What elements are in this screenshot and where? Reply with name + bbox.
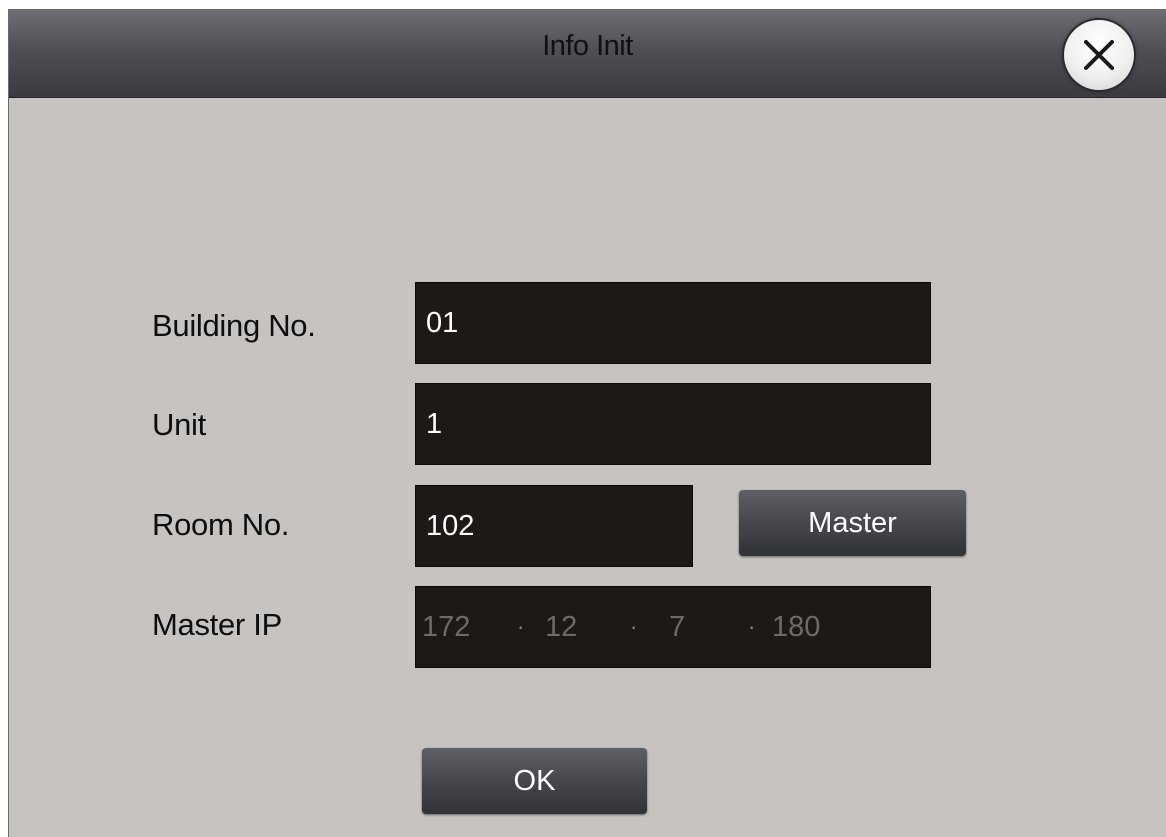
title-bar: Info Init bbox=[9, 10, 1166, 98]
ip-separator: · bbox=[630, 614, 638, 639]
close-icon bbox=[1084, 40, 1114, 70]
room-no-label: Room No. bbox=[152, 507, 290, 542]
master-button[interactable]: Master bbox=[739, 490, 966, 556]
info-init-dialog: Info Init Building No. 01 Unit 1 Room No… bbox=[8, 9, 1166, 837]
building-no-input[interactable]: 01 bbox=[415, 282, 931, 364]
dialog-title: Info Init bbox=[542, 30, 633, 62]
room-no-input[interactable]: 102 bbox=[415, 485, 693, 567]
room-no-value: 102 bbox=[426, 509, 475, 542]
ip-separator: · bbox=[517, 614, 525, 639]
ok-button[interactable]: OK bbox=[422, 748, 647, 814]
unit-label: Unit bbox=[152, 407, 206, 442]
ip-separator: · bbox=[748, 614, 756, 639]
close-button[interactable] bbox=[1064, 20, 1134, 90]
ip-octet-3: 7 bbox=[669, 610, 686, 643]
ip-octet-2: 12 bbox=[545, 610, 578, 643]
unit-input[interactable]: 1 bbox=[415, 383, 931, 465]
master-ip-label: Master IP bbox=[152, 607, 282, 642]
ip-octet-1: 172 bbox=[422, 610, 471, 643]
building-no-label: Building No. bbox=[152, 308, 316, 343]
master-ip-input: 172 · 12 · 7 · 180 bbox=[415, 586, 931, 668]
ip-octet-4: 180 bbox=[772, 610, 821, 643]
building-no-value: 01 bbox=[426, 306, 459, 339]
unit-value: 1 bbox=[426, 407, 443, 440]
